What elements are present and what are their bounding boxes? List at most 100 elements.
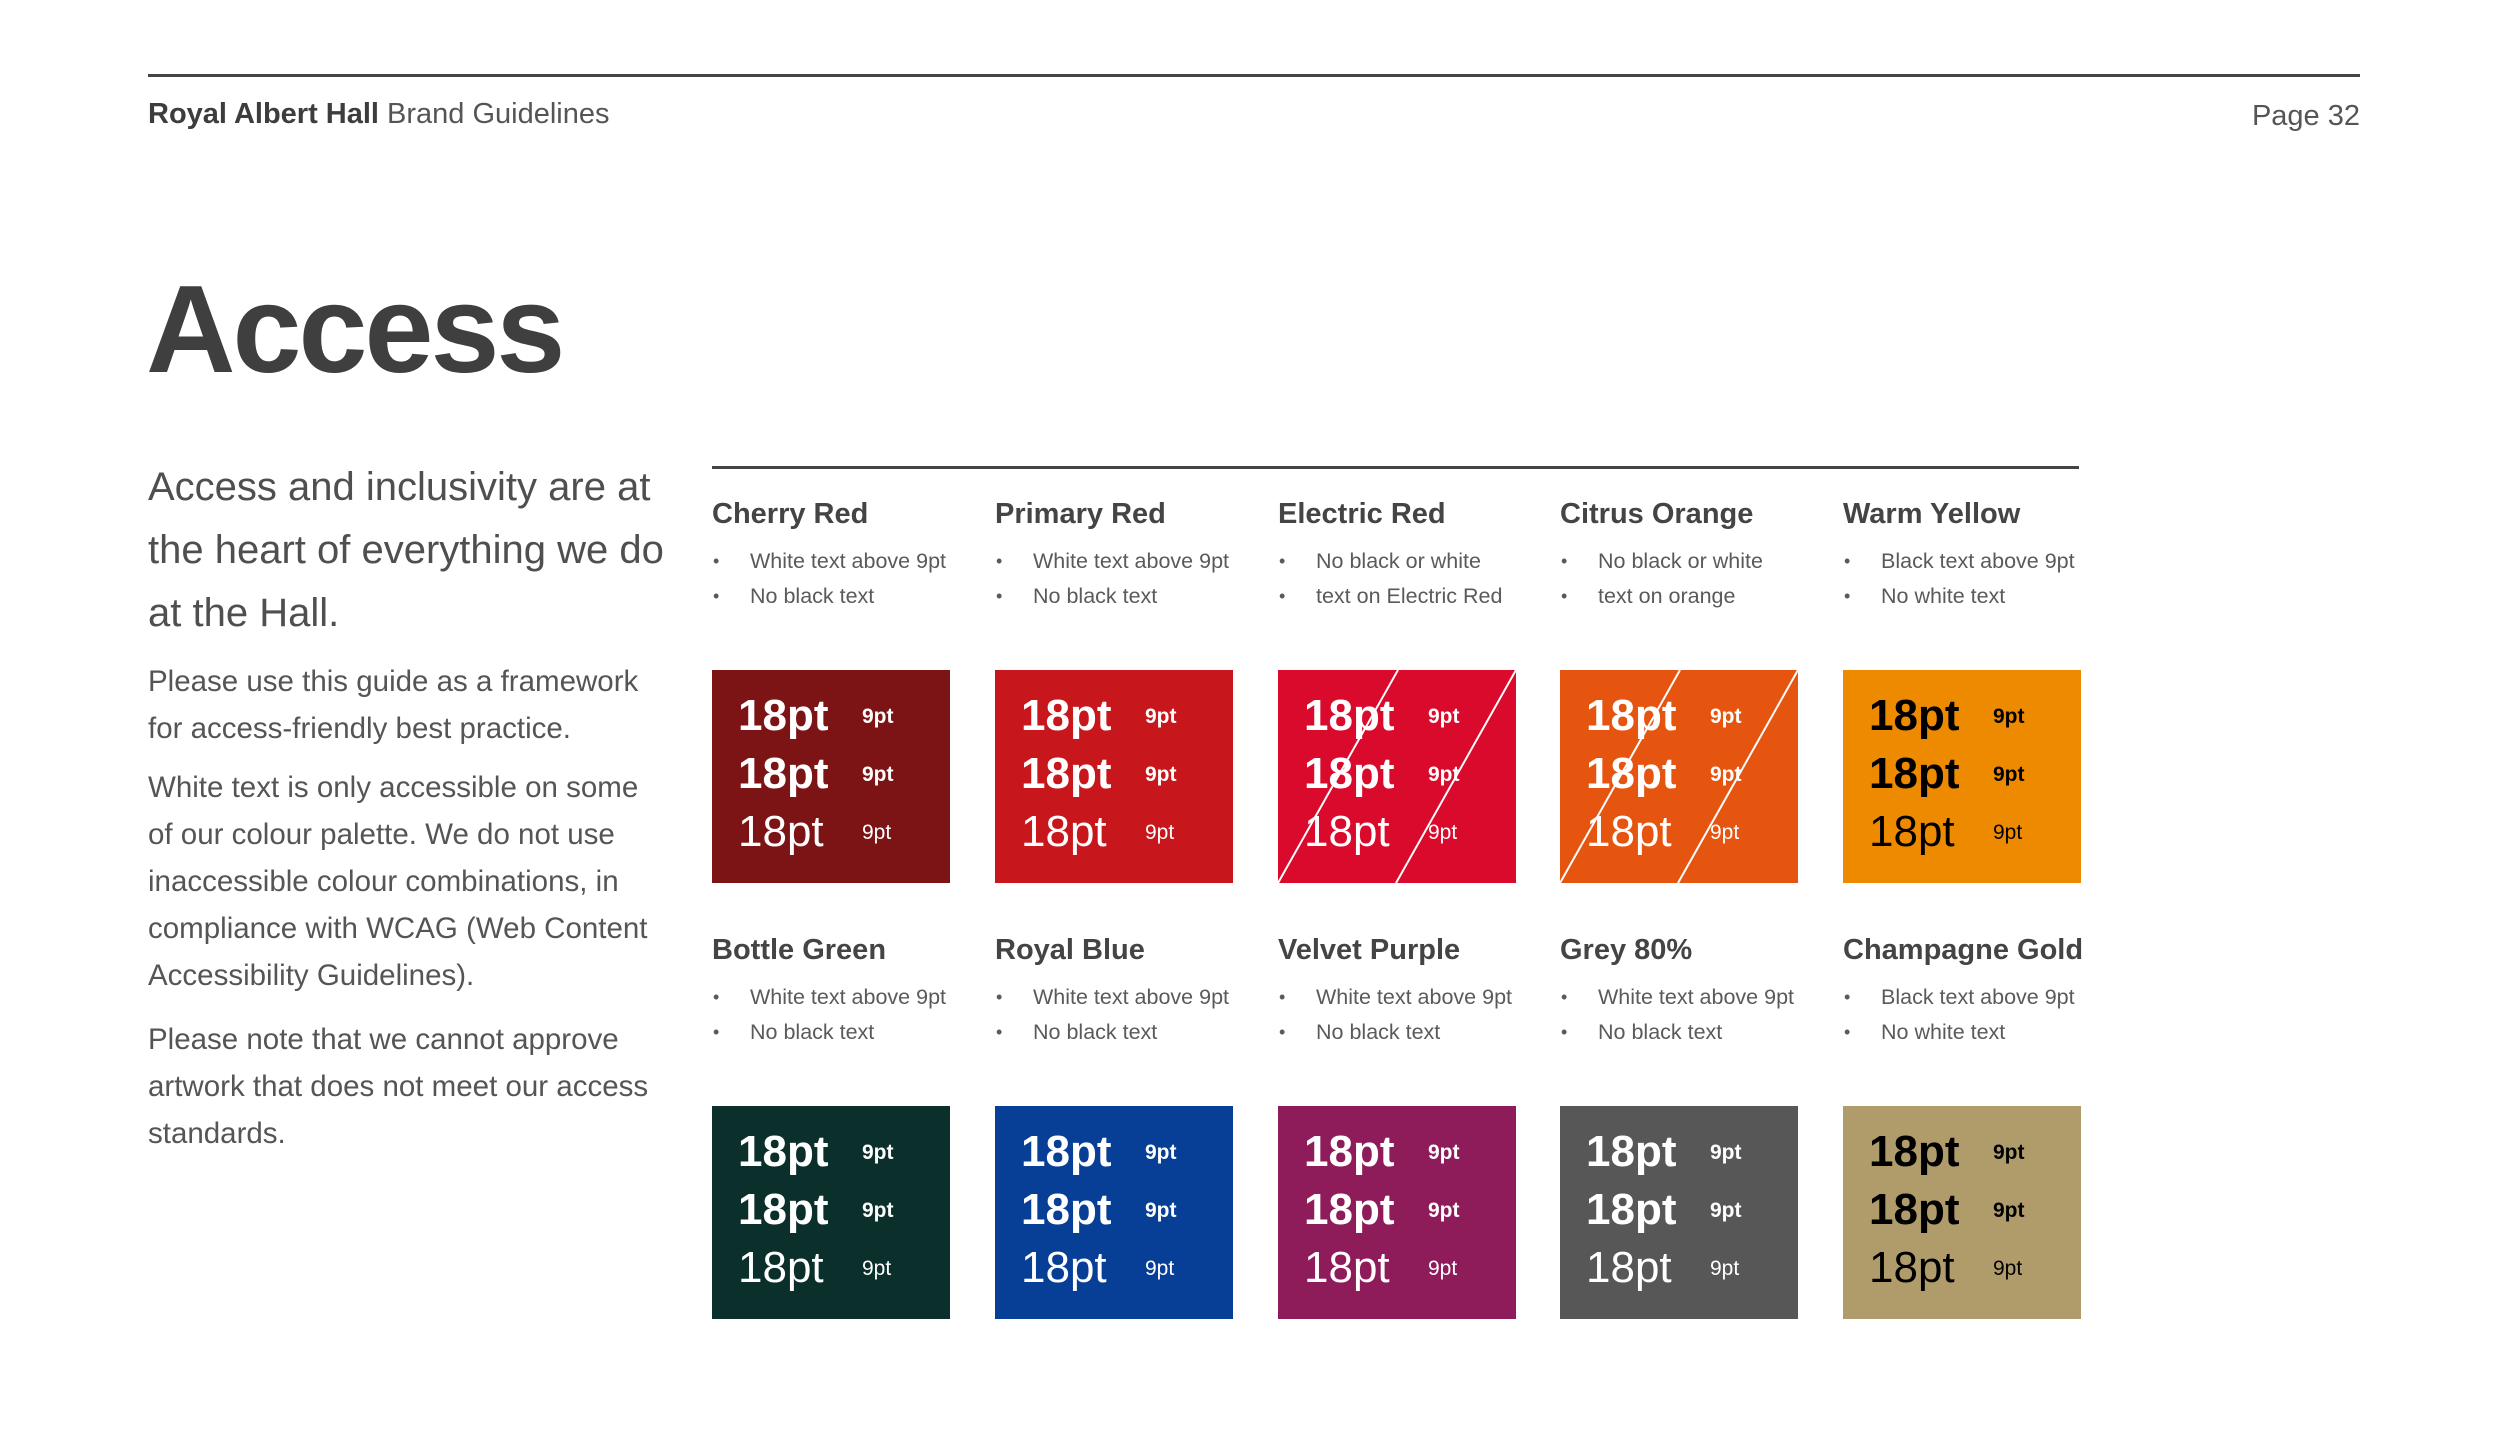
usage-rule: No black text bbox=[1560, 1015, 1800, 1050]
sample-9pt-text: 9pt bbox=[1993, 1141, 2025, 1164]
colour-swatch-bottle-green: 18pt 9pt 18pt 9pt 18pt 9pt bbox=[712, 1106, 950, 1319]
sample-9pt-text: 9pt bbox=[1428, 1141, 1460, 1164]
sample-9pt-text: 9pt bbox=[1993, 763, 2025, 786]
sample-9pt-text: 9pt bbox=[1993, 705, 2025, 728]
sample-9pt-text: 9pt bbox=[862, 1257, 892, 1280]
sample-18pt-text: 18pt bbox=[1304, 1243, 1390, 1292]
usage-rules: Black text above 9ptNo white text bbox=[1843, 980, 2083, 1050]
colour-swatch-cherry-red: 18pt 9pt 18pt 9pt 18pt 9pt bbox=[712, 670, 950, 883]
document-name: Brand Guidelines bbox=[378, 98, 610, 130]
colour-name: Grey 80% bbox=[1560, 934, 1693, 966]
sample-9pt-text: 9pt bbox=[1145, 705, 1177, 728]
usage-rules: White text above 9ptNo black text bbox=[1560, 980, 1800, 1050]
usage-rule: No black or white bbox=[1560, 544, 1800, 579]
colour-name: Electric Red bbox=[1278, 498, 1446, 530]
sample-9pt-text: 9pt bbox=[862, 821, 892, 844]
sample-18pt-text: 18pt bbox=[1021, 1127, 1112, 1176]
usage-rules: White text above 9ptNo black text bbox=[712, 544, 952, 614]
usage-rule: Black text above 9pt bbox=[1843, 980, 2083, 1015]
strike-line bbox=[1677, 670, 1798, 883]
sample-18pt-text: 18pt bbox=[1304, 1185, 1395, 1234]
sample-18pt-text: 18pt bbox=[1869, 1127, 1960, 1176]
page-number: Page 32 bbox=[2251, 100, 2360, 132]
colour-name: Citrus Orange bbox=[1560, 498, 1754, 530]
not-allowed-strike-lines bbox=[1560, 670, 1798, 883]
usage-rules: Black text above 9ptNo white text bbox=[1843, 544, 2083, 614]
colour-swatch-champagne-gold: 18pt 9pt 18pt 9pt 18pt 9pt bbox=[1843, 1106, 2081, 1319]
usage-rule: White text above 9pt bbox=[712, 544, 952, 579]
sample-18pt-text: 18pt bbox=[738, 749, 829, 798]
strike-line bbox=[1278, 670, 1399, 883]
sample-18pt-text: 18pt bbox=[1021, 807, 1107, 856]
usage-rule: White text above 9pt bbox=[995, 544, 1235, 579]
colour-card-electric-red: Electric Red No black or whitetext on Ele… bbox=[1278, 494, 1518, 614]
sample-9pt-text: 9pt bbox=[1993, 1257, 2023, 1280]
usage-rules: White text above 9ptNo black text bbox=[712, 980, 952, 1050]
sample-18pt-text: 18pt bbox=[1021, 1243, 1107, 1292]
usage-rule: No white text bbox=[1843, 1015, 2083, 1050]
colour-card-champagne-gold: Champagne Gold Black text above 9ptNo whi… bbox=[1843, 930, 2083, 1050]
sample-9pt-text: 9pt bbox=[862, 705, 894, 728]
usage-rule: No black text bbox=[995, 1015, 1235, 1050]
usage-rule: text on orange bbox=[1560, 579, 1800, 614]
colour-swatch-grey-80: 18pt 9pt 18pt 9pt 18pt 9pt bbox=[1560, 1106, 1798, 1319]
strike-line bbox=[1560, 670, 1681, 883]
sample-18pt-text: 18pt bbox=[738, 1127, 829, 1176]
usage-rules: White text above 9ptNo black text bbox=[1278, 980, 1518, 1050]
sample-9pt-text: 9pt bbox=[1145, 821, 1175, 844]
sample-9pt-text: 9pt bbox=[1145, 763, 1177, 786]
usage-rules: No black or whitetext on orange bbox=[1560, 544, 1800, 614]
sample-9pt-text: 9pt bbox=[1710, 1257, 1740, 1280]
colour-name: Cherry Red bbox=[712, 498, 869, 530]
usage-rule: No black text bbox=[1278, 1015, 1518, 1050]
sample-9pt-text: 9pt bbox=[862, 1199, 894, 1222]
document-header: Royal Albert Hall Brand Guidelines bbox=[148, 98, 610, 131]
sample-9pt-text: 9pt bbox=[862, 1141, 894, 1164]
colour-name: Primary Red bbox=[995, 498, 1166, 530]
colour-card-primary-red: Primary Red White text above 9ptNo black … bbox=[995, 494, 1235, 614]
colour-name: Velvet Purple bbox=[1278, 934, 1461, 966]
usage-rule: White text above 9pt bbox=[1278, 980, 1518, 1015]
sample-9pt-text: 9pt bbox=[1428, 1257, 1458, 1280]
palette-rule bbox=[712, 466, 2079, 469]
usage-rule: No black or white bbox=[1278, 544, 1518, 579]
usage-rule: text on Electric Red bbox=[1278, 579, 1518, 614]
colour-card-warm-yellow: Warm Yellow Black text above 9ptNo white … bbox=[1843, 494, 2083, 614]
sample-18pt-text: 18pt bbox=[738, 807, 824, 856]
colour-name: Royal Blue bbox=[995, 934, 1145, 966]
usage-rule: White text above 9pt bbox=[1560, 980, 1800, 1015]
sample-18pt-text: 18pt bbox=[1869, 807, 1955, 856]
usage-rule: Black text above 9pt bbox=[1843, 544, 2083, 579]
colour-swatch-royal-blue: 18pt 9pt 18pt 9pt 18pt 9pt bbox=[995, 1106, 1233, 1319]
colour-card-royal-blue: Royal Blue White text above 9ptNo black t… bbox=[995, 930, 1235, 1050]
colour-name: Bottle Green bbox=[712, 934, 887, 966]
sample-18pt-text: 18pt bbox=[1021, 1185, 1112, 1234]
sample-9pt-text: 9pt bbox=[1710, 1199, 1742, 1222]
colour-swatch-electric-red: 18pt 9pt 18pt 9pt 18pt 9pt bbox=[1278, 670, 1516, 883]
colour-swatch-primary-red: 18pt 9pt 18pt 9pt 18pt 9pt bbox=[995, 670, 1233, 883]
usage-rules: No black or whitetext on Electric Red bbox=[1278, 544, 1518, 614]
sample-18pt-text: 18pt bbox=[1869, 1185, 1960, 1234]
colour-swatch-velvet-purple: 18pt 9pt 18pt 9pt 18pt 9pt bbox=[1278, 1106, 1516, 1319]
header-rule bbox=[148, 74, 2360, 77]
usage-rules: White text above 9ptNo black text bbox=[995, 544, 1235, 614]
sample-18pt-text: 18pt bbox=[1021, 691, 1112, 740]
sample-9pt-text: 9pt bbox=[1428, 1199, 1460, 1222]
sample-9pt-text: 9pt bbox=[1993, 1199, 2025, 1222]
usage-rule: No black text bbox=[995, 579, 1235, 614]
sample-18pt-text: 18pt bbox=[738, 1185, 829, 1234]
sample-9pt-text: 9pt bbox=[1145, 1141, 1177, 1164]
colour-card-grey-80: Grey 80% White text above 9ptNo black tex… bbox=[1560, 930, 1800, 1050]
usage-rule: No black text bbox=[712, 579, 952, 614]
sample-9pt-text: 9pt bbox=[1145, 1199, 1177, 1222]
brand-name: Royal Albert Hall bbox=[148, 98, 379, 130]
colour-swatch-citrus-orange: 18pt 9pt 18pt 9pt 18pt 9pt bbox=[1560, 670, 1798, 883]
sample-9pt-text: 9pt bbox=[862, 763, 894, 786]
sample-18pt-text: 18pt bbox=[1586, 1185, 1677, 1234]
colour-name: Champagne Gold bbox=[1843, 934, 2084, 966]
paragraph-wcag: White text is only accessible on some of… bbox=[148, 771, 648, 992]
intro-text: Access and inclusivity are at the heart … bbox=[148, 465, 664, 635]
sample-9pt-text: 9pt bbox=[1710, 1141, 1742, 1164]
not-allowed-strike-lines bbox=[1278, 670, 1516, 883]
sample-18pt-text: 18pt bbox=[1869, 1243, 1955, 1292]
